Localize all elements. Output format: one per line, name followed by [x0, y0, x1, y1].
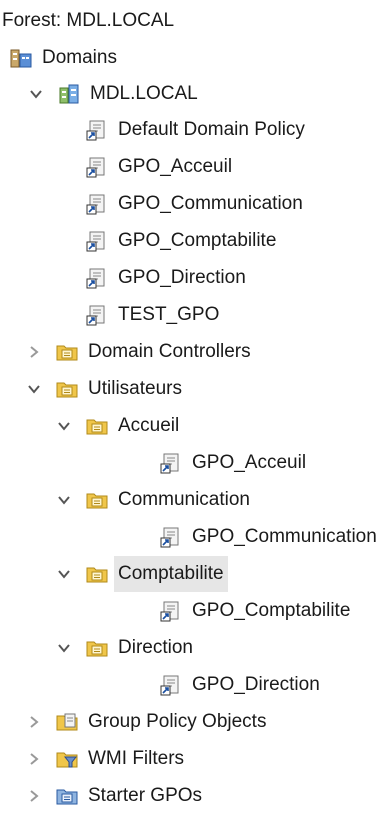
gpo-link-node[interactable]: GPO_Direction [86, 260, 246, 296]
ou-folder-icon [86, 415, 108, 437]
tree-node[interactable]: Domain Controllers [26, 334, 251, 370]
gpo-link-node[interactable]: Default Domain Policy [86, 112, 305, 148]
gpo-link-node[interactable]: GPO_Communication [160, 519, 376, 555]
tree-node-label: Default Domain Policy [118, 119, 305, 140]
gpo-link-icon [86, 267, 108, 289]
tree-node[interactable]: Comptabilite [56, 556, 228, 592]
gpo-link-icon [160, 452, 182, 474]
ou-folder-icon [86, 563, 108, 585]
tree-node[interactable]: Communication [56, 482, 250, 518]
chevron-down-icon[interactable] [28, 86, 44, 102]
tree-node-label: WMI Filters [88, 748, 185, 769]
tree-node-label: GPO_Comptabilite [118, 230, 277, 251]
domain-label: MDL.LOCAL [90, 83, 198, 104]
domains-node[interactable]: Domains [10, 40, 117, 76]
ou-folder-icon [56, 378, 78, 400]
gpo-link-node[interactable]: GPO_Acceuil [160, 445, 306, 481]
domain-node[interactable]: MDL.LOCAL [28, 76, 198, 112]
tree-node-label: Domain Controllers [88, 341, 251, 362]
tree-node-label: Communication [118, 489, 250, 510]
gpo-link-icon [160, 674, 182, 696]
chevron-right-icon[interactable] [26, 714, 42, 730]
gpo-container-icon [56, 711, 78, 733]
tree-node-label: GPO_Comptabilite [192, 600, 351, 621]
tree-node-label: Utilisateurs [88, 378, 182, 399]
tree-node[interactable]: Utilisateurs [26, 371, 182, 407]
tree-node-label: Accueil [118, 415, 180, 436]
chevron-right-icon[interactable] [26, 344, 42, 360]
tree-node-label: Direction [118, 637, 193, 658]
gpo-link-icon [160, 526, 182, 548]
chevron-down-icon[interactable] [56, 640, 72, 656]
chevron-right-icon[interactable] [26, 788, 42, 804]
ou-folder-icon [86, 637, 108, 659]
chevron-right-icon[interactable] [26, 751, 42, 767]
gpo-link-node[interactable]: GPO_Direction [160, 667, 320, 703]
gpo-link-node[interactable]: TEST_GPO [86, 297, 219, 333]
tree-node[interactable]: Accueil [56, 408, 179, 444]
tree-node-label: GPO_Acceuil [192, 452, 307, 473]
gpo-link-icon [86, 230, 108, 252]
tree-node-label: Comptabilite [114, 556, 228, 592]
tree-node-label: GPO_Communication [118, 193, 303, 214]
gpo-link-icon [86, 304, 108, 326]
domains-label: Domains [42, 47, 117, 68]
domains-icon [10, 47, 32, 69]
gpo-link-icon [86, 156, 108, 178]
gpo-link-icon [86, 119, 108, 141]
starter-gpo-icon [56, 785, 78, 807]
chevron-down-icon[interactable] [56, 418, 72, 434]
ou-folder-icon [56, 341, 78, 363]
chevron-down-icon[interactable] [56, 492, 72, 508]
wmi-filter-icon [56, 748, 78, 770]
forest-node[interactable]: Forest: MDL.LOCAL [2, 3, 174, 39]
chevron-down-icon[interactable] [26, 381, 42, 397]
tree-node[interactable]: Starter GPOs [26, 778, 202, 814]
chevron-down-icon[interactable] [56, 566, 72, 582]
gpo-link-icon [160, 600, 182, 622]
tree-node[interactable]: WMI Filters [26, 741, 184, 777]
gpo-link-node[interactable]: GPO_Communication [86, 186, 303, 222]
gpo-link-node[interactable]: GPO_Comptabilite [86, 223, 276, 259]
ou-folder-icon [86, 489, 108, 511]
tree-node-label: GPO_Communication [192, 526, 376, 547]
tree-node[interactable]: Group Policy Objects [26, 704, 266, 740]
forest-label: Forest: MDL.LOCAL [2, 10, 175, 31]
tree-node-label: GPO_Direction [118, 267, 246, 288]
gpo-link-node[interactable]: GPO_Comptabilite [160, 593, 350, 629]
tree-node[interactable]: Direction [56, 630, 193, 666]
gpo-link-icon [86, 193, 108, 215]
domain-icon [58, 83, 80, 105]
tree-node-label: GPO_Direction [192, 674, 320, 695]
tree-node-label: TEST_GPO [118, 304, 220, 325]
gpo-link-node[interactable]: GPO_Acceuil [86, 149, 232, 185]
tree-node-label: GPO_Acceuil [118, 156, 233, 177]
tree-node-label: Starter GPOs [88, 785, 203, 806]
tree-node-label: Group Policy Objects [88, 711, 267, 732]
